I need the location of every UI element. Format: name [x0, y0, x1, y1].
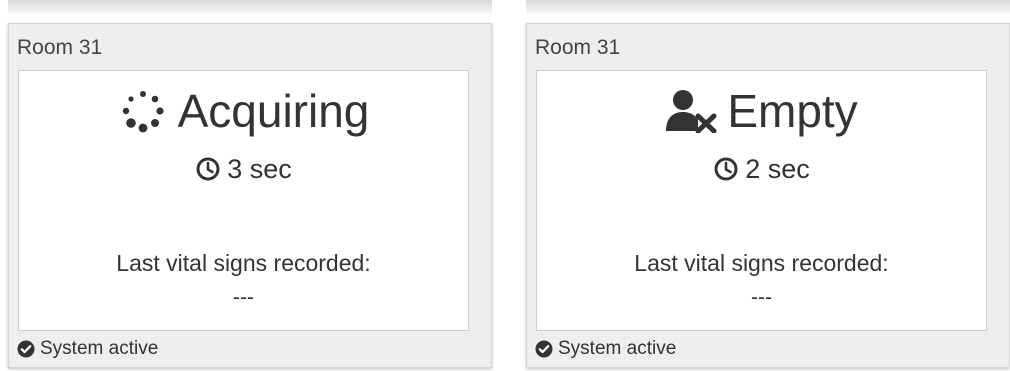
room-card-acquiring[interactable]: Room 31 Acquiring 3 sec Last vital signs… [8, 23, 492, 368]
clock-icon [196, 157, 220, 181]
elapsed-time: 3 sec [227, 154, 292, 184]
system-status: System active [535, 337, 676, 361]
check-circle-icon [17, 340, 35, 358]
vitals-value: --- [751, 286, 772, 309]
room-card-empty[interactable]: Room 31 Empty 2 sec Last vital signs rec… [526, 23, 1010, 368]
top-shadow-left [8, 0, 492, 14]
clock-icon [714, 157, 738, 181]
status-label: Empty [727, 85, 858, 137]
user-times-icon [666, 90, 717, 133]
card-panel: Empty 2 sec Last vital signs recorded: -… [536, 70, 987, 331]
room-title: Room 31 [535, 36, 621, 59]
system-status-text: System active [558, 338, 677, 359]
vitals-label: Last vital signs recorded: [634, 250, 889, 276]
room-title: Room 31 [17, 36, 103, 59]
check-circle-icon [535, 340, 553, 358]
elapsed-timer: 3 sec [19, 151, 468, 187]
system-status-text: System active [40, 338, 159, 359]
vitals-value: --- [233, 286, 254, 309]
system-status: System active [17, 337, 158, 361]
status-row: Empty [537, 83, 986, 139]
status-row: Acquiring [19, 83, 468, 139]
elapsed-time: 2 sec [745, 154, 810, 184]
top-shadow-right [526, 0, 1010, 14]
card-panel: Acquiring 3 sec Last vital signs recorde… [18, 70, 469, 331]
vitals-label: Last vital signs recorded: [116, 250, 371, 276]
status-label: Acquiring [177, 85, 370, 137]
elapsed-timer: 2 sec [537, 151, 986, 187]
spinner-icon [122, 91, 164, 133]
